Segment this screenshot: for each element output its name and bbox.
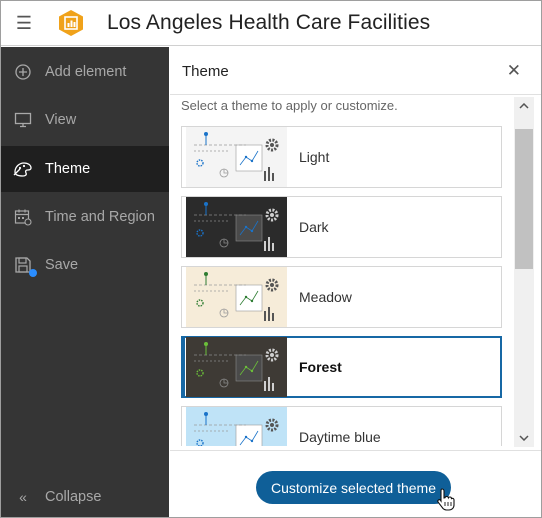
theme-preview-thumbnail: [186, 407, 287, 446]
theme-preview-thumbnail: [186, 197, 287, 257]
theme-preview-thumbnail: [186, 127, 287, 187]
monitor-icon: [1, 112, 45, 128]
panel-footer: Customize selected theme: [170, 450, 541, 517]
theme-card-dark[interactable]: Dark: [181, 196, 502, 258]
collapse-button[interactable]: « Collapse: [1, 474, 169, 517]
panel-header: Theme ✕: [170, 47, 541, 95]
dashboard-logo-icon: [59, 10, 83, 36]
sidebar-item-theme[interactable]: Theme: [1, 146, 169, 192]
theme-name: Daytime blue: [299, 429, 381, 445]
customize-selected-theme-button[interactable]: Customize selected theme: [256, 471, 451, 504]
app-header: ☰ Los Angeles Health Care Facilities: [1, 1, 541, 46]
app-title: Los Angeles Health Care Facilities: [107, 11, 431, 34]
sidebar-item-label: Time and Region: [45, 209, 155, 225]
theme-preview-thumbnail: [186, 337, 287, 397]
theme-card-daytime-blue[interactable]: Daytime blue: [181, 406, 502, 446]
plus-circle-icon: [1, 63, 45, 81]
double-chevron-left-icon: «: [19, 489, 27, 505]
sidebar: Add element View Theme Time and Region S…: [1, 47, 169, 517]
save-icon: [1, 256, 45, 274]
scroll-down-icon[interactable]: [514, 429, 534, 447]
theme-preview-thumbnail: [186, 267, 287, 327]
scrollbar-thumb[interactable]: [515, 129, 533, 269]
unsaved-badge: [29, 269, 37, 277]
theme-list: Light Dark Meadow Forest Daytime blue: [181, 126, 502, 446]
sidebar-item-time-and-region[interactable]: Time and Region: [1, 194, 169, 240]
app-window: ☰ Los Angeles Health Care Facilities Add…: [0, 0, 542, 518]
scroll-up-icon[interactable]: [514, 97, 534, 115]
theme-card-meadow[interactable]: Meadow: [181, 266, 502, 328]
theme-card-light[interactable]: Light: [181, 126, 502, 188]
sidebar-item-add-element[interactable]: Add element: [1, 49, 169, 95]
sidebar-item-label: Add element: [45, 64, 127, 80]
panel-title: Theme: [182, 63, 229, 80]
theme-name: Light: [299, 149, 330, 165]
calendar-globe-icon: [1, 208, 45, 226]
theme-name: Forest: [299, 359, 342, 375]
theme-panel: Theme ✕ Select a theme to apply or custo…: [170, 47, 541, 517]
sidebar-item-label: Theme: [45, 161, 91, 177]
close-icon[interactable]: ✕: [507, 61, 521, 81]
panel-instructions: Select a theme to apply or customize.: [181, 98, 398, 113]
collapse-label: Collapse: [45, 489, 102, 505]
sidebar-item-view[interactable]: View: [1, 97, 169, 143]
sidebar-item-label: Save: [45, 257, 79, 273]
hamburger-menu-icon[interactable]: ☰: [1, 1, 47, 46]
sidebar-item-save[interactable]: Save: [1, 242, 169, 288]
palette-icon: [1, 161, 45, 177]
theme-name: Dark: [299, 219, 329, 235]
sidebar-item-label: View: [45, 112, 77, 128]
theme-list-scrollbar[interactable]: [514, 97, 534, 447]
theme-name: Meadow: [299, 289, 352, 305]
theme-card-forest[interactable]: Forest: [181, 336, 502, 398]
hand-pointer-cursor-icon: [437, 488, 455, 511]
